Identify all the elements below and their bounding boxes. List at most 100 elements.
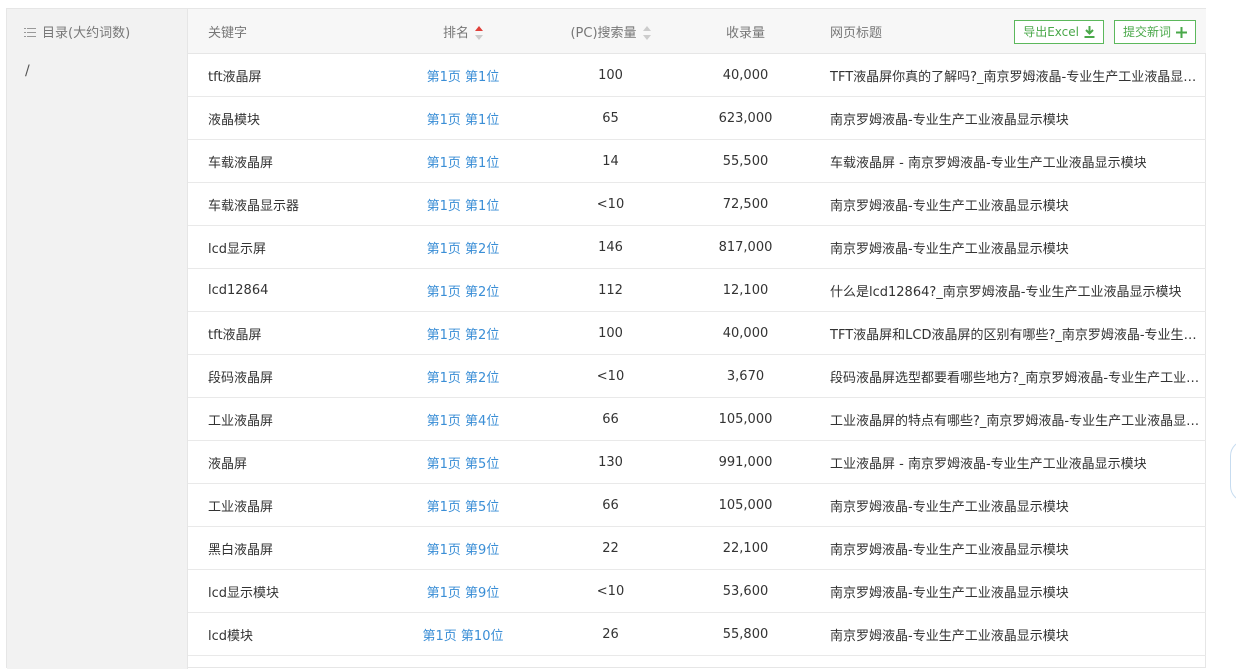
table-row: 工业液晶屏 第1页 第5位 66 105,000 南京罗姆液晶-专业生产工业液晶显示模块 <box>188 483 1206 527</box>
table-row: tft液晶屏 第1页 第2位 100 40,000 TFT液晶屏和LCD液晶屏的区别有哪… <box>188 311 1206 355</box>
floating-side-button[interactable] <box>1230 440 1236 502</box>
page-title-cell[interactable]: 南京罗姆液晶-专业生产工业液晶显示模块 <box>798 182 1206 226</box>
page-title-link[interactable]: 南京罗姆液晶-专业生产工业液晶显示模块 <box>830 586 1069 601</box>
page-title-cell[interactable]: 南京罗姆液晶-专业生产工业液晶显示模块 <box>798 526 1206 570</box>
rank-cell[interactable]: 第1页 第5位 <box>398 483 528 527</box>
header-rank[interactable]: 排名 <box>398 9 528 54</box>
page-title-link[interactable]: 南京罗姆液晶-专业生产工业液晶显示模块 <box>830 543 1069 558</box>
volume-cell: 14 <box>528 139 693 183</box>
page-title-link[interactable]: 段码液晶屏选型都要看哪些地方?_南京罗姆液晶-专业生产工业液晶显示模块 <box>830 371 1206 386</box>
indexed-cell: 12,100 <box>693 268 798 312</box>
rank-link[interactable]: 第1页 第5位 <box>427 500 500 515</box>
page-title-link[interactable]: 南京罗姆液晶-专业生产工业液晶显示模块 <box>830 629 1069 644</box>
download-icon <box>1084 26 1095 38</box>
page-title-link[interactable]: 工业液晶屏的特点有哪些?_南京罗姆液晶-专业生产工业液晶显示模块 <box>830 414 1206 429</box>
rank-cell[interactable]: 第1页 第10位 <box>398 612 528 656</box>
sort-icon[interactable] <box>642 26 651 40</box>
page-title-cell[interactable]: TFT液晶屏你真的了解吗?_南京罗姆液晶-专业生产工业液晶显示模块 <box>798 53 1206 97</box>
page-title-cell[interactable]: 南京罗姆液晶-专业生产工业液晶显示模块 <box>798 569 1206 613</box>
plus-icon <box>1176 26 1187 38</box>
keyword-table: 关键字 排名 (PC)搜索量 收录量 网页标题 导出Excel 提交新词 tft… <box>188 9 1206 656</box>
rank-link[interactable]: 第1页 第10位 <box>423 629 504 644</box>
page-title-link[interactable]: 车载液晶屏 - 南京罗姆液晶-专业生产工业液晶显示模块 <box>830 156 1147 171</box>
rank-cell[interactable]: 第1页 第1位 <box>398 53 528 97</box>
rank-link[interactable]: 第1页 第2位 <box>427 371 500 386</box>
rank-cell[interactable]: 第1页 第1位 <box>398 139 528 183</box>
table-row: lcd模块 第1页 第10位 26 55,800 南京罗姆液晶-专业生产工业液晶显示模块 <box>188 612 1206 656</box>
page-title-link[interactable]: 南京罗姆液晶-专业生产工业液晶显示模块 <box>830 199 1069 214</box>
rank-link[interactable]: 第1页 第5位 <box>427 457 500 472</box>
page-title-cell[interactable]: 南京罗姆液晶-专业生产工业液晶显示模块 <box>798 96 1206 140</box>
list-icon <box>24 27 36 37</box>
volume-cell: 100 <box>528 53 693 97</box>
rank-cell[interactable]: 第1页 第1位 <box>398 182 528 226</box>
volume-cell: 130 <box>528 440 693 484</box>
volume-cell: 66 <box>528 483 693 527</box>
page-title-cell[interactable]: 段码液晶屏选型都要看哪些地方?_南京罗姆液晶-专业生产工业液晶显示模块 <box>798 354 1206 398</box>
page-title-link[interactable]: 工业液晶屏 - 南京罗姆液晶-专业生产工业液晶显示模块 <box>830 457 1147 472</box>
indexed-cell: 22,100 <box>693 526 798 570</box>
page-title-cell[interactable]: 工业液晶屏的特点有哪些?_南京罗姆液晶-专业生产工业液晶显示模块 <box>798 397 1206 441</box>
indexed-cell: 991,000 <box>693 440 798 484</box>
page-title-cell[interactable]: 南京罗姆液晶-专业生产工业液晶显示模块 <box>798 483 1206 527</box>
toc-root-item[interactable]: / <box>25 63 30 79</box>
rank-link[interactable]: 第1页 第1位 <box>427 113 500 128</box>
rank-cell[interactable]: 第1页 第4位 <box>398 397 528 441</box>
table-row: 黑白液晶屏 第1页 第9位 22 22,100 南京罗姆液晶-专业生产工业液晶显示模块 <box>188 526 1206 570</box>
export-excel-button[interactable]: 导出Excel <box>1014 20 1104 44</box>
header-page-title-label: 网页标题 <box>830 25 883 41</box>
page-title-link[interactable]: TFT液晶屏你真的了解吗?_南京罗姆液晶-专业生产工业液晶显示模块 <box>830 70 1206 85</box>
page-title-cell[interactable]: TFT液晶屏和LCD液晶屏的区别有哪些?_南京罗姆液晶-专业生产工业液晶显示模块 <box>798 311 1206 355</box>
page-title-cell[interactable]: 车载液晶屏 - 南京罗姆液晶-专业生产工业液晶显示模块 <box>798 139 1206 183</box>
header-volume[interactable]: (PC)搜索量 <box>528 9 693 54</box>
header-actions: 导出Excel 提交新词 <box>1014 20 1196 44</box>
rank-link[interactable]: 第1页 第2位 <box>427 328 500 343</box>
rank-cell[interactable]: 第1页 第2位 <box>398 268 528 312</box>
page-title-cell[interactable]: 南京罗姆液晶-专业生产工业液晶显示模块 <box>798 225 1206 269</box>
rank-link[interactable]: 第1页 第9位 <box>427 543 500 558</box>
volume-cell: 22 <box>528 526 693 570</box>
rank-link[interactable]: 第1页 第2位 <box>427 242 500 257</box>
page-title-link[interactable]: 南京罗姆液晶-专业生产工业液晶显示模块 <box>830 500 1069 515</box>
table-row: lcd12864 第1页 第2位 112 12,100 什么是lcd12864?_南京罗… <box>188 268 1206 312</box>
indexed-cell: 3,670 <box>693 354 798 398</box>
toc-header[interactable]: 目录(大约词数) <box>24 22 130 41</box>
keyword-cell: 车载液晶屏 <box>188 139 398 183</box>
page-title-cell[interactable]: 南京罗姆液晶-专业生产工业液晶显示模块 <box>798 612 1206 656</box>
keyword-cell: lcd显示模块 <box>188 569 398 613</box>
table-row: 车载液晶显示器 第1页 第1位 <10 72,500 南京罗姆液晶-专业生产工业液晶显示… <box>188 182 1206 226</box>
rank-cell[interactable]: 第1页 第5位 <box>398 440 528 484</box>
indexed-cell: 53,600 <box>693 569 798 613</box>
table-row: 工业液晶屏 第1页 第4位 66 105,000 工业液晶屏的特点有哪些?_南京罗姆液晶… <box>188 397 1206 441</box>
indexed-cell: 105,000 <box>693 397 798 441</box>
table-row: lcd显示模块 第1页 第9位 <10 53,600 南京罗姆液晶-专业生产工业液晶显示… <box>188 569 1206 613</box>
rank-cell[interactable]: 第1页 第2位 <box>398 354 528 398</box>
rank-link[interactable]: 第1页 第1位 <box>427 199 500 214</box>
page-title-link[interactable]: 南京罗姆液晶-专业生产工业液晶显示模块 <box>830 113 1069 128</box>
sort-asc-icon[interactable] <box>475 26 483 40</box>
rank-cell[interactable]: 第1页 第2位 <box>398 311 528 355</box>
table-row: 段码液晶屏 第1页 第2位 <10 3,670 段码液晶屏选型都要看哪些地方?_南京罗姆… <box>188 354 1206 398</box>
page-title-link[interactable]: 南京罗姆液晶-专业生产工业液晶显示模块 <box>830 242 1069 257</box>
submit-new-keyword-button[interactable]: 提交新词 <box>1113 20 1196 44</box>
page-title-cell[interactable]: 什么是lcd12864?_南京罗姆液晶-专业生产工业液晶显示模块 <box>798 268 1206 312</box>
rank-link[interactable]: 第1页 第1位 <box>427 70 500 85</box>
rank-cell[interactable]: 第1页 第9位 <box>398 569 528 613</box>
rank-link[interactable]: 第1页 第2位 <box>427 285 500 300</box>
table-row: 液晶屏 第1页 第5位 130 991,000 工业液晶屏 - 南京罗姆液晶-专业生产工… <box>188 440 1206 484</box>
page-title-cell[interactable]: 工业液晶屏 - 南京罗姆液晶-专业生产工业液晶显示模块 <box>798 440 1206 484</box>
table-row: 液晶模块 第1页 第1位 65 623,000 南京罗姆液晶-专业生产工业液晶显示模块 <box>188 96 1206 140</box>
table-body: tft液晶屏 第1页 第1位 100 40,000 TFT液晶屏你真的了解吗?_南京罗姆… <box>188 53 1206 656</box>
rank-cell[interactable]: 第1页 第1位 <box>398 96 528 140</box>
header-page-title: 网页标题 导出Excel 提交新词 <box>798 9 1206 54</box>
volume-cell: 66 <box>528 397 693 441</box>
page-title-link[interactable]: 什么是lcd12864?_南京罗姆液晶-专业生产工业液晶显示模块 <box>830 285 1181 300</box>
table-row: tft液晶屏 第1页 第1位 100 40,000 TFT液晶屏你真的了解吗?_南京罗姆… <box>188 53 1206 97</box>
rank-link[interactable]: 第1页 第9位 <box>427 586 500 601</box>
page-title-link[interactable]: TFT液晶屏和LCD液晶屏的区别有哪些?_南京罗姆液晶-专业生产工业液晶显示模块 <box>830 328 1206 343</box>
rank-cell[interactable]: 第1页 第2位 <box>398 225 528 269</box>
rank-cell[interactable]: 第1页 第9位 <box>398 526 528 570</box>
rank-link[interactable]: 第1页 第1位 <box>427 156 500 171</box>
volume-cell: <10 <box>528 354 693 398</box>
rank-link[interactable]: 第1页 第4位 <box>427 414 500 429</box>
